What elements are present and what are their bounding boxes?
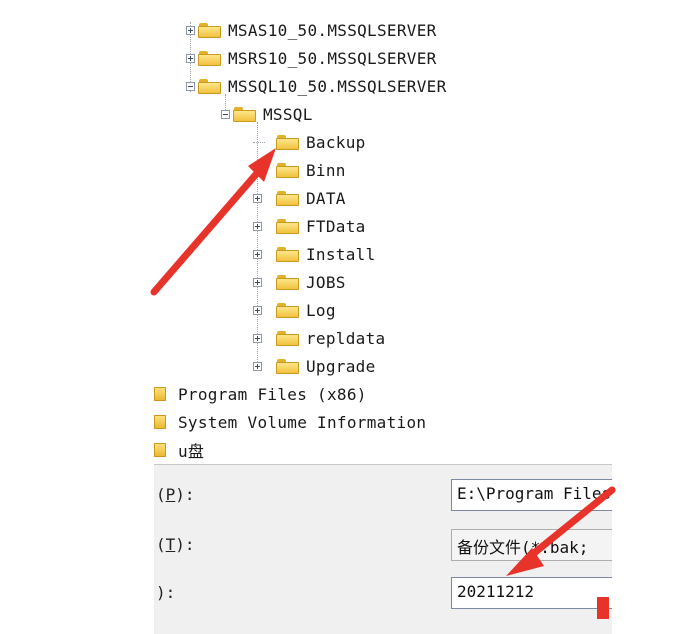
expand-icon[interactable]: [186, 53, 195, 63]
tree-node-program-files-x86[interactable]: Program Files (x86): [154, 382, 367, 406]
folder-icon: [154, 387, 166, 401]
expand-icon[interactable]: [253, 277, 262, 287]
folder-icon: [276, 218, 300, 234]
file-name-label: ):: [156, 583, 176, 602]
tree-node-label: MSSQL: [263, 104, 313, 124]
tree-node-install[interactable]: Install: [253, 242, 376, 266]
folder-open-icon: [198, 78, 222, 94]
collapse-icon[interactable]: [221, 109, 230, 119]
folder-icon: [276, 274, 300, 290]
tree-node-mssql[interactable]: MSSQL: [221, 102, 313, 126]
tree-node-ftdata[interactable]: FTData: [253, 214, 366, 238]
tree-node-label: MSRS10_50.MSSQLSERVER: [228, 48, 437, 68]
tree-node-system-volume-information[interactable]: System Volume Information: [154, 410, 426, 434]
tree-node-label: DATA: [306, 188, 346, 208]
folder-icon: [276, 134, 300, 150]
tree-connector: [253, 141, 265, 143]
folder-icon: [198, 50, 222, 66]
tree-node-jobs[interactable]: JOBS: [253, 270, 346, 294]
path-label: (P):: [156, 485, 195, 504]
tree-node-repldata[interactable]: repldata: [253, 326, 385, 350]
tree-connector: [253, 169, 265, 171]
folder-icon: [276, 302, 300, 318]
tree-node-label: Backup: [306, 132, 366, 152]
folder-icon: [276, 330, 300, 346]
tree-node-upgrade[interactable]: Upgrade: [253, 354, 376, 378]
folder-icon: [154, 415, 166, 429]
expand-icon[interactable]: [253, 305, 262, 315]
tree-node-mssql10[interactable]: MSSQL10_50.MSSQLSERVER: [186, 74, 447, 98]
tree-node-label: Log: [306, 300, 336, 320]
tree-node-log[interactable]: Log: [253, 298, 336, 322]
tree-node-label: FTData: [306, 216, 366, 236]
tree-node-label: Upgrade: [306, 356, 376, 376]
expand-icon[interactable]: [186, 25, 195, 35]
tree-node-msrs[interactable]: MSRS10_50.MSSQLSERVER: [186, 46, 437, 70]
file-dialog-panel: (P): E:\Program Files (T): 备份文件(*.bak; )…: [154, 464, 612, 634]
expand-icon[interactable]: [253, 361, 262, 371]
tree-node-binn[interactable]: Binn: [253, 158, 346, 182]
tree-node-label: u盘: [178, 442, 205, 461]
tree-node-backup[interactable]: Backup: [253, 130, 366, 154]
tree-node-label: Binn: [306, 160, 346, 180]
screenshot-region: MSAS10_50.MSSQLSERVER MSRS10_50.MSSQLSER…: [154, 0, 612, 634]
folder-icon: [276, 190, 300, 206]
expand-icon[interactable]: [253, 221, 262, 231]
folder-icon: [154, 443, 166, 457]
expand-icon[interactable]: [253, 193, 262, 203]
red-marker: [597, 597, 609, 619]
folder-icon: [276, 162, 300, 178]
folder-icon: [198, 22, 222, 38]
folder-icon: [276, 358, 300, 374]
tree-node-u-disk[interactable]: u盘: [154, 438, 204, 462]
folder-open-icon: [233, 106, 257, 122]
tree-node-label: JOBS: [306, 272, 346, 292]
collapse-icon[interactable]: [186, 81, 195, 91]
file-type-select[interactable]: 备份文件(*.bak;: [451, 529, 612, 561]
expand-icon[interactable]: [253, 249, 262, 259]
path-field[interactable]: E:\Program Files: [451, 479, 612, 511]
tree-node-data[interactable]: DATA: [253, 186, 346, 210]
tree-node-msas[interactable]: MSAS10_50.MSSQLSERVER: [186, 18, 437, 42]
folder-icon: [276, 246, 300, 262]
tree-node-label: MSSQL10_50.MSSQLSERVER: [228, 76, 447, 96]
file-type-label: (T):: [156, 535, 195, 554]
expand-icon[interactable]: [253, 333, 262, 343]
tree-node-label: Install: [306, 244, 376, 264]
tree-node-label: MSAS10_50.MSSQLSERVER: [228, 20, 437, 40]
tree-node-label: repldata: [306, 328, 386, 348]
tree-node-label: System Volume Information: [178, 412, 427, 432]
file-name-input[interactable]: 20211212: [451, 577, 612, 609]
tree-node-label: Program Files (x86): [178, 384, 367, 404]
